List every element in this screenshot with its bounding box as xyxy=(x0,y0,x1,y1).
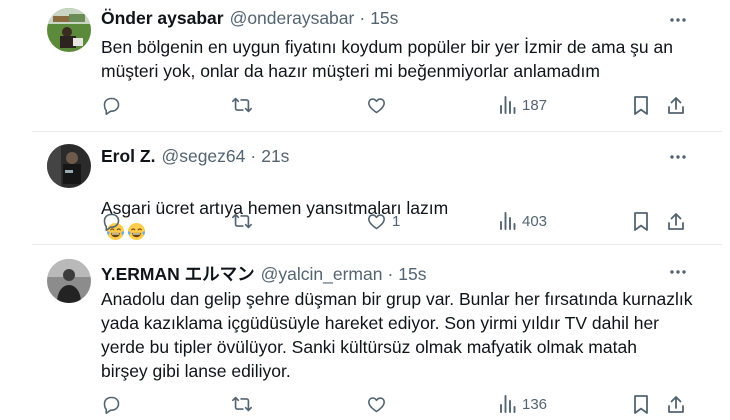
retweet-icon xyxy=(231,393,253,415)
tweet-actions: 136 xyxy=(0,392,730,416)
like-icon xyxy=(366,211,387,232)
bookmark-button[interactable] xyxy=(632,209,650,233)
bookmark-icon xyxy=(632,95,650,116)
user-handle[interactable]: @yalcin_erman xyxy=(261,264,383,285)
more-icon[interactable] xyxy=(668,262,688,282)
user-handle[interactable]: @segez64 xyxy=(161,146,245,167)
share-icon xyxy=(666,95,686,116)
views-button[interactable]: 187 xyxy=(499,93,547,117)
share-button[interactable] xyxy=(666,392,686,416)
reply-icon xyxy=(101,211,122,232)
more-icon[interactable] xyxy=(668,10,688,30)
timestamp[interactable]: 21s xyxy=(261,146,289,167)
user-handle[interactable]: @onderaysabar xyxy=(230,8,355,29)
views-button[interactable]: 136 xyxy=(499,392,547,416)
reply-icon xyxy=(101,95,122,116)
views-icon xyxy=(499,211,517,231)
reply-button[interactable] xyxy=(101,209,122,233)
avatar[interactable] xyxy=(47,8,91,52)
tweet-actions: 187 xyxy=(0,93,730,117)
tweet-header: Erol Z. @segez64 · 21s xyxy=(101,146,289,168)
reply-button[interactable] xyxy=(101,392,122,416)
share-icon xyxy=(666,211,686,232)
more-icon[interactable] xyxy=(668,147,688,167)
retweet-icon xyxy=(231,94,253,116)
display-name[interactable]: Önder aysabar xyxy=(101,8,224,29)
reply-icon xyxy=(101,394,122,415)
tweet-text: Anadolu dan gelip şehre düşman bir grup … xyxy=(101,289,693,381)
bookmark-button[interactable] xyxy=(632,392,650,416)
separator-dot: · xyxy=(359,8,366,28)
like-count: 1 xyxy=(392,212,401,230)
reply-button[interactable] xyxy=(101,93,122,117)
share-button[interactable] xyxy=(666,209,686,233)
retweet-button[interactable] xyxy=(231,392,253,416)
views-button[interactable]: 403 xyxy=(499,209,547,233)
views-count: 403 xyxy=(522,212,548,230)
display-name[interactable]: Y.ERMAN エルマン xyxy=(101,261,255,286)
like-icon xyxy=(366,95,387,116)
like-button[interactable] xyxy=(366,93,387,117)
tweet-header: Önder aysabar @onderaysabar · 15s xyxy=(101,8,398,30)
views-icon xyxy=(499,394,517,414)
tweet[interactable]: Önder aysabar @onderaysabar · 15s Ben bö… xyxy=(0,0,730,132)
retweet-button[interactable] xyxy=(231,93,253,117)
separator-dot: · xyxy=(250,146,257,166)
retweet-button[interactable] xyxy=(231,209,253,233)
tweet-actions: 1 403 xyxy=(0,209,730,233)
tweet[interactable]: Y.ERMAN エルマン @yalcin_erman · 15s Anadolu… xyxy=(0,245,730,420)
share-icon xyxy=(666,394,686,415)
tweet-text: Ben bölgenin en uygun fiyatını koydum po… xyxy=(101,37,673,81)
bookmark-button[interactable] xyxy=(632,93,650,117)
retweet-icon xyxy=(231,210,253,232)
bookmark-icon xyxy=(632,394,650,415)
bookmark-icon xyxy=(632,211,650,232)
timestamp[interactable]: 15s xyxy=(370,8,398,29)
timestamp[interactable]: 15s xyxy=(398,264,426,285)
separator-dot: · xyxy=(387,264,394,284)
views-count: 187 xyxy=(522,96,548,114)
share-button[interactable] xyxy=(666,93,686,117)
tweet-header: Y.ERMAN エルマン @yalcin_erman · 15s xyxy=(101,261,427,286)
views-icon xyxy=(499,95,517,115)
avatar[interactable] xyxy=(47,259,91,303)
like-button[interactable] xyxy=(366,392,387,416)
views-count: 136 xyxy=(522,395,548,413)
like-icon xyxy=(366,394,387,415)
tweet-text-row: Asgari ücret artıya hemen yansıtmaları l… xyxy=(101,172,701,244)
avatar[interactable] xyxy=(47,144,91,188)
display-name[interactable]: Erol Z. xyxy=(101,146,155,167)
like-button[interactable]: 1 xyxy=(366,209,400,233)
tweet[interactable]: Erol Z. @segez64 · 21s Asgari ücret artı… xyxy=(0,132,730,244)
